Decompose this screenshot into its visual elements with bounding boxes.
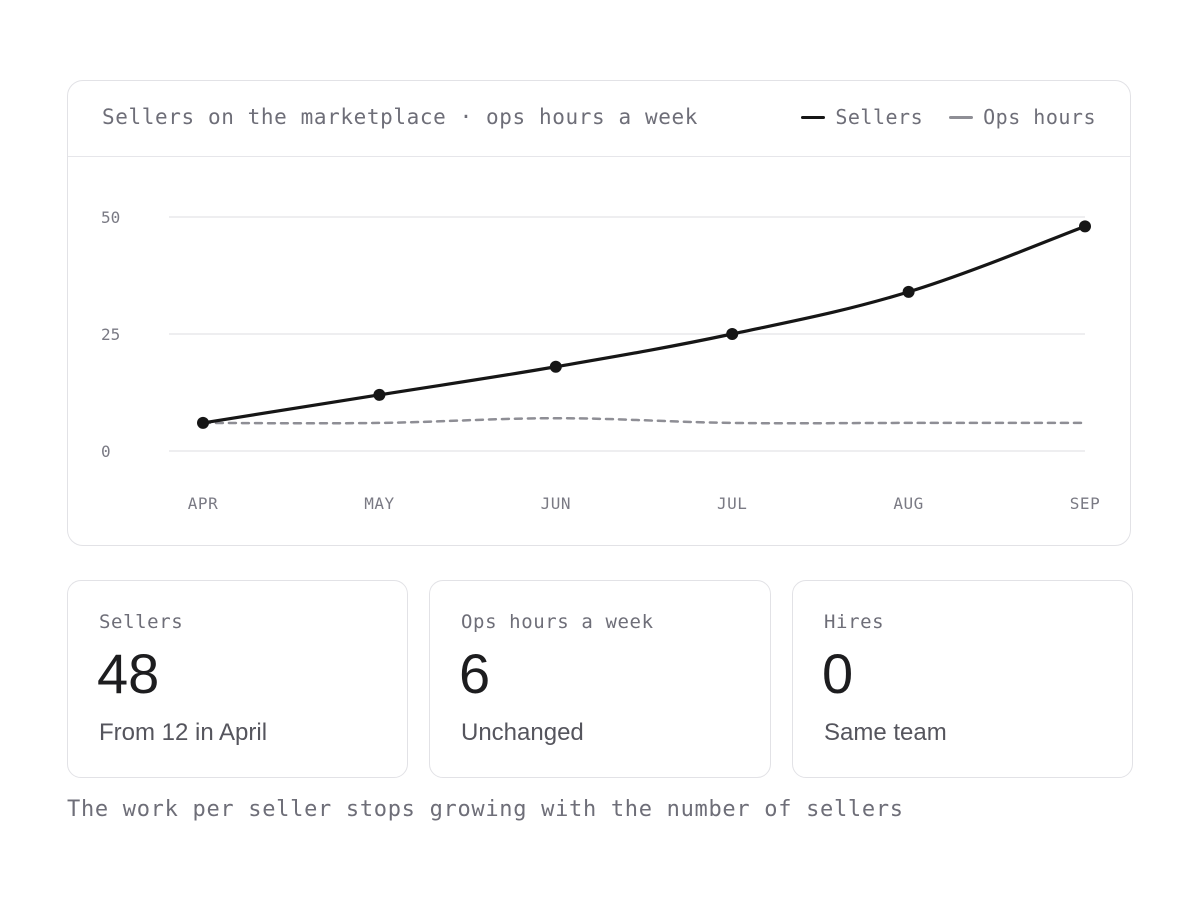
x-tick-label: MAY <box>364 494 394 513</box>
stat-label: Hires <box>824 611 885 633</box>
stat-note: Unchanged <box>461 719 584 746</box>
x-tick-label: JUL <box>717 494 747 513</box>
data-point-sellers <box>1079 220 1091 233</box>
stat-card-sellers: Sellers 48 From 12 in April <box>67 580 408 778</box>
stat-label: Ops hours a week <box>461 611 654 633</box>
series-line-sellers <box>201 224 1087 425</box>
data-point-sellers <box>902 285 915 298</box>
line-chart: 0 25 50 APR MAY JUN JUL AUG SEP <box>101 208 1100 513</box>
chart-card: Sellers on the marketplace · ops hours a… <box>67 80 1131 546</box>
stat-value: 0 <box>822 642 854 705</box>
footer-note: The work per seller stops growing with t… <box>67 797 904 822</box>
stat-label: Sellers <box>99 611 184 633</box>
x-tick-label: SEP <box>1070 494 1100 513</box>
data-point-sellers <box>549 360 562 373</box>
x-tick-label: APR <box>188 494 218 513</box>
y-tick-label: 50 <box>101 208 120 227</box>
y-tick-label: 25 <box>101 325 120 344</box>
stat-card-ops-hours: Ops hours a week 6 Unchanged <box>429 580 771 778</box>
data-point-sellers <box>197 416 209 429</box>
stat-card-hires: Hires 0 Same team <box>792 580 1133 778</box>
data-point-sellers <box>726 328 739 340</box>
series-line-ops-hours <box>201 416 1087 425</box>
data-point-sellers <box>373 388 386 401</box>
stat-value: 6 <box>459 642 491 705</box>
stat-note: Same team <box>824 719 947 746</box>
stat-note: From 12 in April <box>99 719 268 746</box>
y-tick-label: 0 <box>101 442 111 461</box>
x-tick-label: JUN <box>541 494 571 513</box>
x-tick-label: AUG <box>893 494 923 513</box>
stat-value: 48 <box>97 642 160 705</box>
